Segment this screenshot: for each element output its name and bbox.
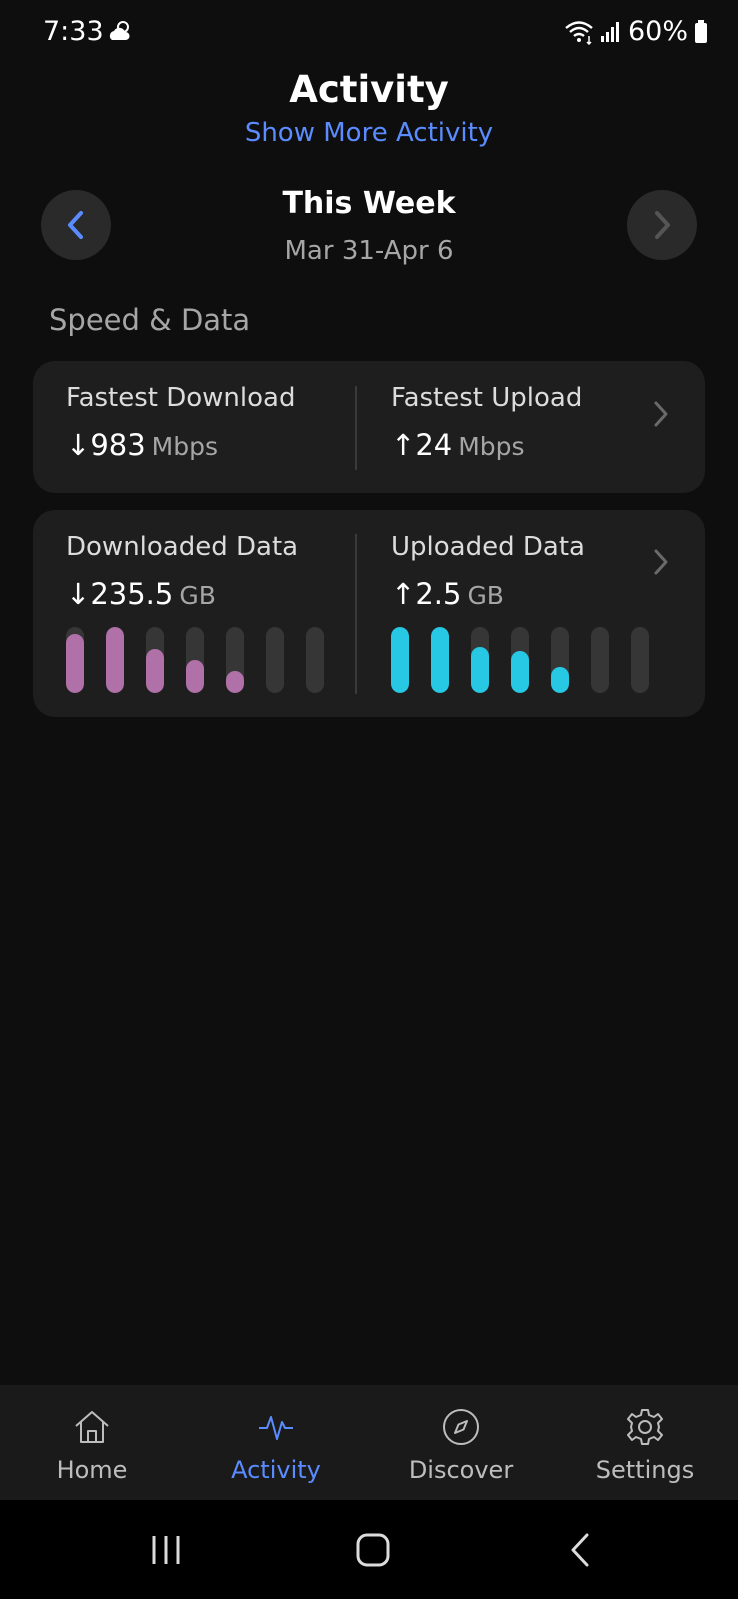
chevron-right-icon xyxy=(654,401,668,427)
activity-icon xyxy=(259,1416,293,1440)
week-date-range: Mar 31-Apr 6 xyxy=(284,236,454,266)
daily-bar xyxy=(391,627,409,693)
divider xyxy=(355,534,357,694)
system-nav-bar xyxy=(0,1500,738,1599)
status-bar: 7:33 60% xyxy=(0,0,738,66)
daily-bar xyxy=(106,627,124,693)
daily-bar xyxy=(511,627,529,693)
chevron-right-icon xyxy=(654,549,668,575)
show-more-activity-link[interactable]: Show More Activity xyxy=(0,118,738,148)
daily-bar xyxy=(226,627,244,693)
speed-card[interactable]: Fastest Download ↓983 Mbps Fastest Upload… xyxy=(33,361,705,493)
chevron-right-icon xyxy=(655,211,670,239)
daily-bar-fill xyxy=(186,660,204,693)
daily-bar xyxy=(66,627,84,693)
up-arrow-icon: ↑ xyxy=(391,577,416,611)
home-button-icon[interactable] xyxy=(353,1530,393,1570)
stat-number: 2.5 xyxy=(415,577,462,611)
nav-tab-home[interactable]: Home xyxy=(0,1385,184,1500)
stat-label: Uploaded Data xyxy=(391,532,585,562)
daily-bar xyxy=(471,627,489,693)
data-usage-card[interactable]: Downloaded Data ↓235.5 GB Uploaded Data ↑… xyxy=(33,510,705,717)
daily-bar xyxy=(551,627,569,693)
daily-bar-fill xyxy=(511,650,529,693)
daily-bar-fill xyxy=(391,627,409,693)
home-icon xyxy=(75,1411,109,1443)
stat-unit: GB xyxy=(179,581,216,610)
stat-value: ↓235.5 GB xyxy=(66,577,216,611)
stat-number: 983 xyxy=(90,428,146,462)
downloaded-daily-bars xyxy=(66,627,324,693)
daily-bar-fill xyxy=(551,666,569,693)
stat-unit: GB xyxy=(467,581,504,610)
nav-tab-activity[interactable]: Activity xyxy=(184,1385,368,1500)
nav-tab-settings[interactable]: Settings xyxy=(553,1385,737,1500)
nav-label: Discover xyxy=(408,1456,514,1484)
daily-bar-fill xyxy=(226,671,244,693)
status-indicators: 60% xyxy=(564,16,708,47)
status-time: 7:33 xyxy=(43,16,104,47)
back-icon[interactable] xyxy=(561,1530,601,1570)
page-title: Activity xyxy=(289,68,449,111)
daily-bar xyxy=(306,627,324,693)
next-week-button[interactable] xyxy=(627,190,697,260)
gear-icon xyxy=(627,1409,663,1445)
recent-apps-icon[interactable] xyxy=(146,1530,186,1570)
daily-bar-fill xyxy=(66,633,84,693)
daily-bar xyxy=(591,627,609,693)
daily-bar-fill xyxy=(471,646,489,693)
uploaded-daily-bars xyxy=(391,627,649,693)
stat-label: Fastest Download xyxy=(66,383,296,413)
nav-label: Activity xyxy=(231,1456,321,1484)
daily-bar xyxy=(266,627,284,693)
nav-label: Settings xyxy=(595,1456,695,1484)
partly-cloudy-icon xyxy=(109,21,130,40)
signal-icon xyxy=(600,21,619,42)
stat-label: Fastest Upload xyxy=(391,383,583,413)
daily-bar-fill xyxy=(146,649,164,693)
daily-bar xyxy=(631,627,649,693)
battery-percent: 60% xyxy=(627,16,688,47)
nav-label: Home xyxy=(56,1456,128,1484)
bottom-nav: Home Activity Discover Settings xyxy=(0,1385,738,1500)
compass-icon xyxy=(443,1409,479,1445)
wifi-icon xyxy=(565,20,593,45)
daily-bar xyxy=(146,627,164,693)
stat-value: ↑2.5 GB xyxy=(391,577,504,611)
stat-number: 235.5 xyxy=(90,577,174,611)
stat-label: Downloaded Data xyxy=(66,532,299,562)
stat-number: 24 xyxy=(415,428,453,462)
divider xyxy=(355,386,357,470)
up-arrow-icon: ↑ xyxy=(391,428,416,462)
stat-unit: Mbps xyxy=(458,432,525,461)
stat-unit: Mbps xyxy=(151,432,219,461)
stat-value: ↑24 Mbps xyxy=(391,428,525,462)
down-arrow-icon: ↓ xyxy=(66,428,91,462)
daily-bar-fill xyxy=(106,627,124,693)
daily-bar-fill xyxy=(431,627,449,693)
nav-tab-discover[interactable]: Discover xyxy=(369,1385,553,1500)
stat-value: ↓983 Mbps xyxy=(66,428,218,462)
section-title: Speed & Data xyxy=(49,303,251,337)
battery-icon xyxy=(695,19,707,43)
daily-bar xyxy=(186,627,204,693)
daily-bar xyxy=(431,627,449,693)
down-arrow-icon: ↓ xyxy=(66,577,91,611)
